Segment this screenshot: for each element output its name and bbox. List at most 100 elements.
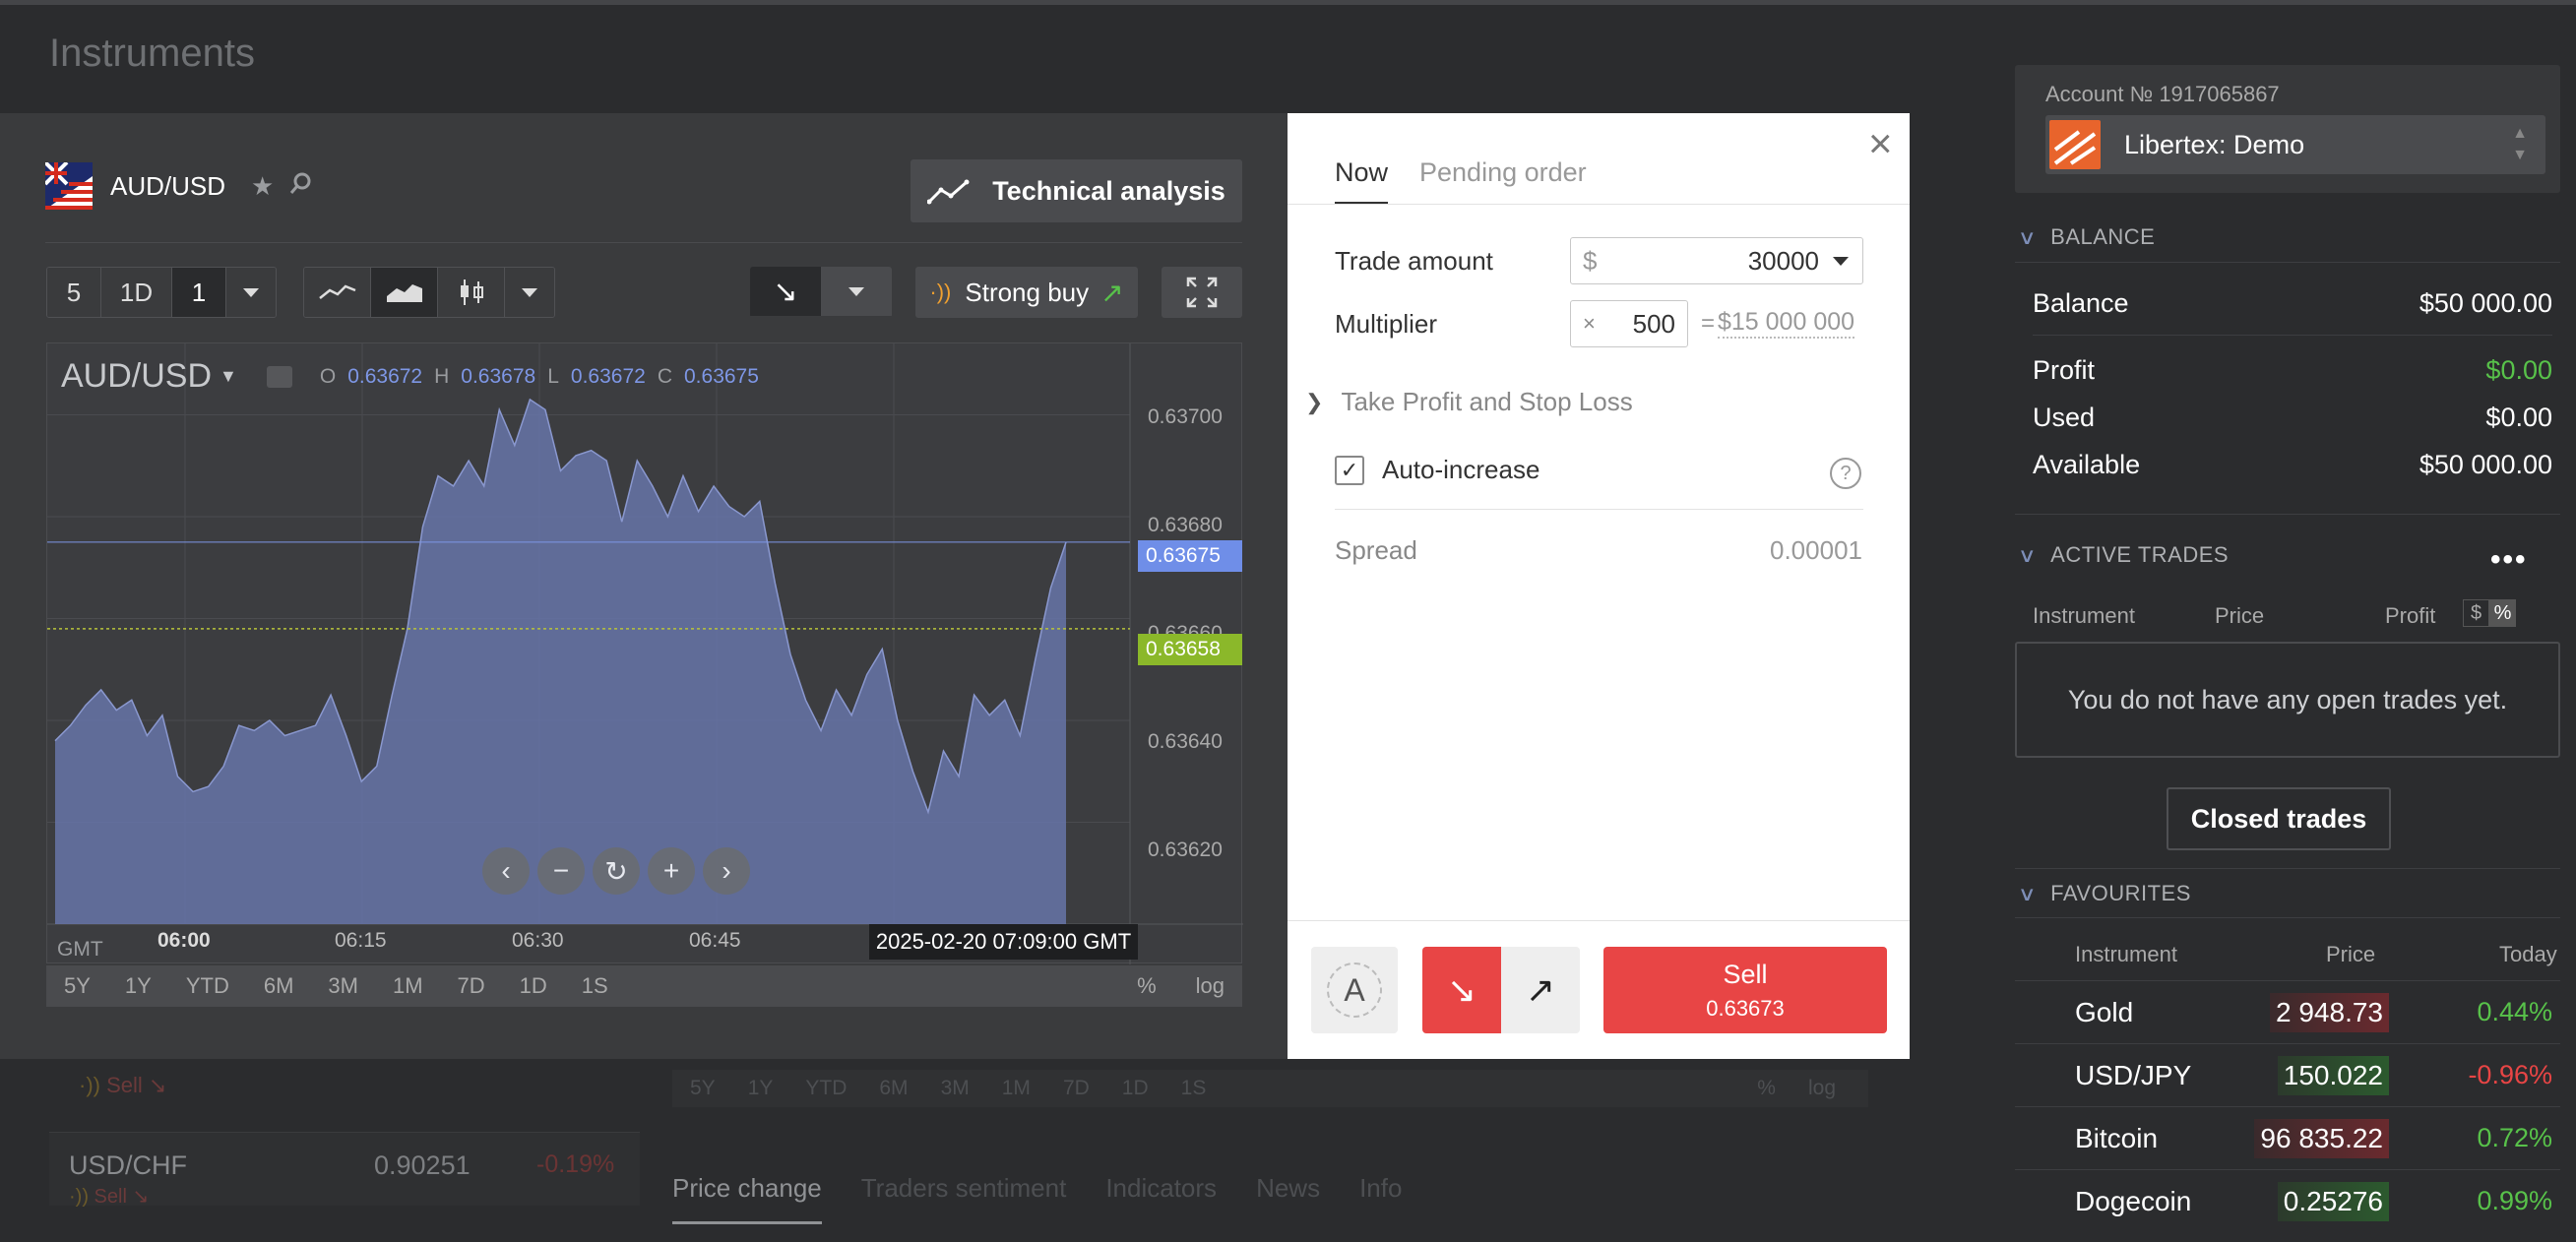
scroll-right-icon[interactable]: › [703, 847, 750, 895]
range-ytd[interactable]: YTD [186, 973, 229, 999]
sell-submit-button[interactable]: Sell 0.63673 [1603, 947, 1887, 1033]
more-options-icon[interactable]: ••• [2490, 543, 2528, 577]
close-icon[interactable]: × [1868, 123, 1893, 164]
caret-down-icon[interactable]: ▼ [220, 366, 237, 387]
trade-amount-label: Trade amount [1335, 246, 1493, 276]
candle-chart-button[interactable] [438, 268, 505, 317]
auto-increase-checkbox[interactable]: ✓ [1335, 455, 1364, 485]
percent-toggle[interactable]: % [1757, 1077, 1776, 1100]
technical-analysis-label: Technical analysis [992, 175, 1225, 206]
balance-section-header[interactable]: ∨ BALANCE [2018, 224, 2155, 250]
period-1d-button[interactable]: 1D [101, 268, 172, 317]
direction-sell-button[interactable]: ↘ [1422, 947, 1501, 1033]
zoom-out-icon[interactable]: − [537, 847, 585, 895]
percent-toggle[interactable]: % [1137, 973, 1157, 999]
y-tick-label: 0.63700 [1148, 405, 1223, 428]
price-area-series [55, 399, 1066, 924]
active-trades-section-header[interactable]: ∨ ACTIVE TRADES [2018, 542, 2229, 568]
log-toggle[interactable]: log [1808, 1077, 1836, 1100]
range-7d[interactable]: 7D [458, 973, 485, 999]
range-1y[interactable]: 1Y [748, 1077, 774, 1100]
range-7d[interactable]: 7D [1063, 1077, 1090, 1100]
tab-indicators[interactable]: Indicators [1105, 1173, 1217, 1224]
search-icon[interactable] [289, 171, 313, 202]
scroll-left-icon[interactable]: ‹ [482, 847, 530, 895]
reset-icon[interactable]: ↻ [593, 847, 640, 895]
period-dropdown-button[interactable] [226, 268, 276, 317]
account-selector[interactable]: Libertex: Demo ▲ ▼ [2045, 115, 2545, 174]
account-sidebar: Account № 1917065867 Libertex: Demo ▲ ▼ ∨… [1988, 0, 2576, 1242]
trade-amount-field[interactable]: $ 30000 [1570, 237, 1863, 284]
log-toggle[interactable]: log [1196, 973, 1225, 999]
range-5y[interactable]: 5Y [64, 973, 91, 999]
period-5-button[interactable]: 5 [47, 268, 101, 317]
crosshair-time-label: 2025-02-20 07:09:00 GMT [869, 924, 1138, 960]
fullscreen-button[interactable] [1162, 267, 1242, 318]
y-tick-label: 0.63680 [1148, 514, 1223, 536]
trend-dropdown-button[interactable] [821, 267, 892, 316]
exposure-value[interactable]: $15 000 000 [1718, 308, 1855, 339]
chart-type-dropdown-button[interactable] [505, 268, 554, 317]
used-label: Used [2033, 403, 2096, 432]
instrument-price: 150.022 [2277, 1056, 2389, 1095]
times-icon: × [1583, 311, 1596, 336]
tab-price-change[interactable]: Price change [672, 1173, 822, 1224]
help-icon[interactable]: ? [1830, 458, 1861, 489]
tab-pending-order[interactable]: Pending order [1419, 157, 1587, 205]
multiplier-value: 500 [1632, 308, 1675, 339]
price-chart[interactable]: AUD/USD ▼ O 0.63672 H 0.63678 L 0.63672 … [46, 342, 1243, 964]
range-1y[interactable]: 1Y [125, 973, 152, 999]
instrument-change: 0.72% [2477, 1123, 2552, 1152]
range-1s[interactable]: 1S [1181, 1077, 1207, 1100]
tab-news[interactable]: News [1256, 1173, 1320, 1224]
line-chart-button[interactable] [304, 268, 371, 317]
range-6m[interactable]: 6M [879, 1077, 908, 1100]
direction-buy-button[interactable]: ↗ [1501, 947, 1580, 1033]
range-ytd[interactable]: YTD [805, 1077, 847, 1100]
range-1d[interactable]: 1D [1122, 1077, 1149, 1100]
sell-label: Sell [1723, 959, 1768, 989]
favourites-header: FAVOURITES [2050, 881, 2191, 905]
range-1m[interactable]: 1M [393, 973, 423, 999]
trend-arrow-button[interactable]: ↘ [750, 267, 821, 316]
tab-info[interactable]: Info [1359, 1173, 1402, 1224]
zoom-in-icon[interactable]: + [648, 847, 695, 895]
range-5y[interactable]: 5Y [690, 1077, 716, 1100]
instrument-change: 0.44% [2477, 997, 2552, 1026]
percent-toggle[interactable]: % [2489, 599, 2516, 627]
range-3m[interactable]: 3M [941, 1077, 970, 1100]
closed-trades-label: Closed trades [2190, 803, 2367, 834]
star-icon[interactable]: ★ [251, 171, 274, 202]
auto-increase-row[interactable]: ✓ Auto-increase [1335, 455, 1539, 485]
favourite-row-gold[interactable]: Gold 2 948.73 0.44% [2015, 980, 2560, 1043]
divider [2015, 514, 2560, 515]
chart-pair-label[interactable]: AUD/USD [61, 357, 212, 396]
interval-1-button[interactable]: 1 [172, 268, 226, 317]
background-sell-label[interactable]: ·)) Sell ↘ [79, 1073, 166, 1098]
range-6m[interactable]: 6M [264, 973, 294, 999]
closed-trades-button[interactable]: Closed trades [2167, 787, 2391, 850]
range-1m[interactable]: 1M [1002, 1077, 1031, 1100]
tab-traders-sentiment[interactable]: Traders sentiment [861, 1173, 1067, 1224]
background-instrument-card[interactable]: USD/CHF 0.90251 -0.19% ·)) Sell ↘ [49, 1132, 640, 1209]
auto-mode-button[interactable]: A [1311, 947, 1398, 1033]
favourite-row-dogecoin[interactable]: Dogecoin 0.25276 0.99% [2015, 1169, 2560, 1232]
settings-square-icon[interactable] [266, 365, 292, 388]
range-3m[interactable]: 3M [328, 973, 358, 999]
range-1d[interactable]: 1D [520, 973, 547, 999]
chevron-down-icon[interactable] [1833, 256, 1849, 266]
close-label: C [657, 364, 672, 388]
favourites-section-header[interactable]: ∨ FAVOURITES [2018, 881, 2191, 906]
area-chart-button[interactable] [371, 268, 438, 317]
technical-analysis-button[interactable]: Technical analysis [911, 159, 1242, 222]
favourite-row-bitcoin[interactable]: Bitcoin 96 835.22 0.72% [2015, 1106, 2560, 1169]
dollar-toggle[interactable]: $ [2463, 599, 2489, 627]
range-1s[interactable]: 1S [582, 973, 608, 999]
multiplier-field[interactable]: × 500 [1570, 300, 1688, 347]
take-profit-stop-loss-toggle[interactable]: ❯ Take Profit and Stop Loss [1305, 387, 1633, 417]
card-sell-label[interactable]: ·)) Sell ↘ [69, 1184, 149, 1209]
tab-now[interactable]: Now [1335, 157, 1389, 205]
account-name: Libertex: Demo [2124, 129, 2305, 159]
favourite-row-usdjpy[interactable]: USD/JPY 150.022 -0.96% [2015, 1043, 2560, 1106]
signal-badge[interactable]: ·)) Strong buy ↗ [915, 267, 1138, 318]
